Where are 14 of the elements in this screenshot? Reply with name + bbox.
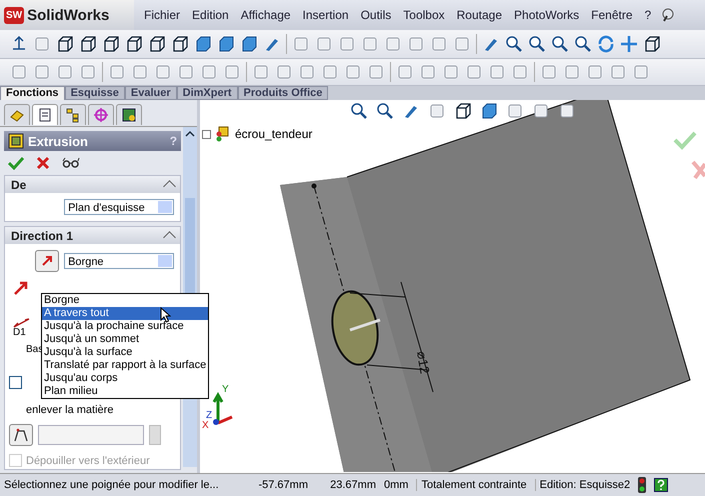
section-title: De: [11, 178, 26, 192]
status-message: Sélectionnez une poignée pour modifier le...: [4, 479, 220, 491]
section-title: Direction 1: [11, 228, 74, 242]
axis-triad-drawing: Y Z X: [202, 385, 236, 431]
sketch-status: Totalement contrainte: [416, 479, 527, 491]
coordinate-x: -57.67mm: [257, 479, 308, 491]
app-logo: SolidWorks: [27, 6, 110, 24]
editing-status: Edition: Esquisse2: [534, 479, 630, 491]
checkbox-label: enlever la matière: [26, 404, 114, 416]
feature-title: Extrusion: [28, 134, 89, 148]
coordinate-y: 23.67mm: [329, 479, 376, 491]
logo-badge: SW: [4, 6, 24, 24]
checkbox-label: Dépouiller vers l'extérieur: [26, 454, 150, 466]
coordinate-z: 0mm: [384, 479, 408, 491]
